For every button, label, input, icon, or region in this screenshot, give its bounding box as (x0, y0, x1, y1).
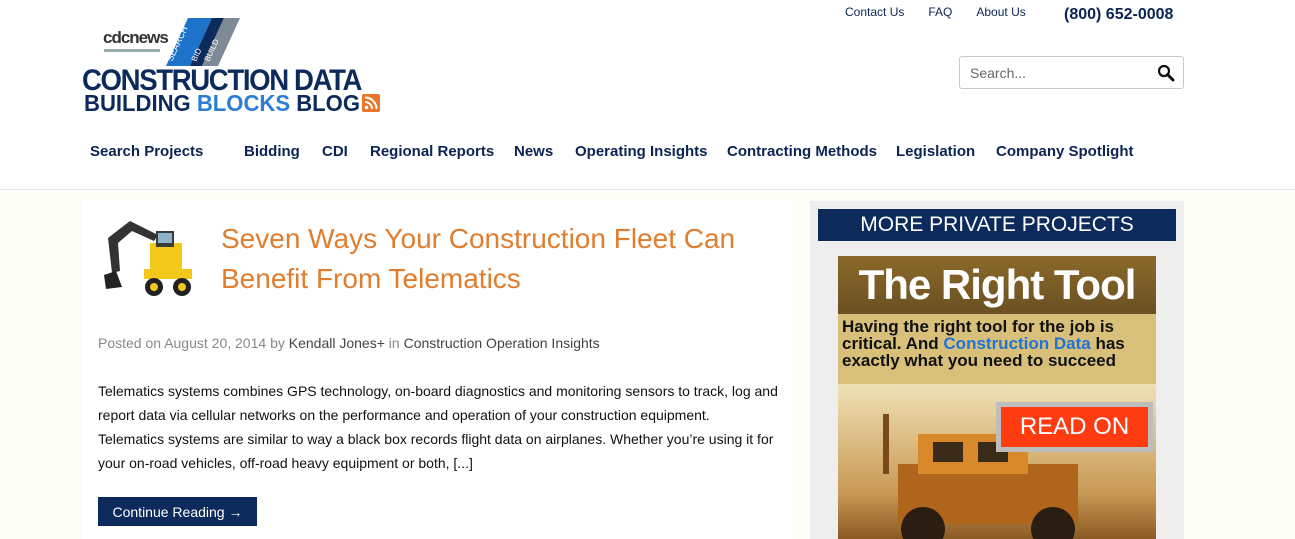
cdcnews-tagline-bar (104, 49, 160, 52)
search-input[interactable] (970, 63, 1150, 83)
post-author-link[interactable]: Kendall Jones+ (289, 335, 385, 351)
excavator-thumbnail[interactable] (100, 213, 200, 313)
site-logo[interactable]: cdcnews SEARCH BID BUILD CONSTRUCTION DA… (82, 16, 382, 116)
posted-on-label: Posted on (98, 335, 162, 351)
continue-reading-button[interactable]: Continue Reading → (98, 497, 257, 526)
nav-bidding[interactable]: Bidding (244, 143, 300, 160)
search-box (959, 56, 1184, 89)
contact-us-link[interactable]: Contact Us (845, 5, 904, 19)
top-links: Contact Us FAQ About Us (845, 5, 1050, 19)
search-icon[interactable] (1157, 64, 1175, 82)
post-date[interactable]: August 20, 2014 (164, 335, 266, 351)
nav-search-projects[interactable]: Search Projects (90, 143, 203, 160)
logo-title-line2: BUILDING BLOCKS BLOG (84, 92, 360, 115)
in-label: in (388, 335, 400, 351)
ad-title: The Right Tool (838, 256, 1156, 314)
right-tool-ad[interactable]: The Right Tool Having the right tool for… (838, 256, 1156, 539)
nav-news[interactable]: News (514, 143, 553, 160)
nav-operating-insights[interactable]: Operating Insights (575, 143, 708, 160)
post-excerpt: Telematics systems combines GPS technolo… (98, 383, 778, 471)
sidebar-heading: MORE PRIVATE PROJECTS (818, 209, 1176, 241)
rss-icon[interactable] (362, 94, 380, 112)
ad-body-text: Having the right tool for the job is cri… (842, 318, 1154, 369)
search-bid-build-banner: SEARCH BID BUILD (166, 18, 240, 66)
nav-cdi[interactable]: CDI (322, 143, 348, 160)
logo-blog: BLOG (290, 90, 361, 116)
nav-legislation[interactable]: Legislation (896, 143, 975, 160)
nav-company-spotlight[interactable]: Company Spotlight (996, 143, 1134, 160)
read-on-button[interactable]: READ ON (1001, 407, 1148, 447)
site-header: Contact Us FAQ About Us (800) 652-0008 c… (0, 0, 1295, 190)
post-meta: Posted on August 20, 2014 by Kendall Jon… (98, 335, 600, 351)
nav-regional-reports[interactable]: Regional Reports (370, 143, 494, 160)
faq-link[interactable]: FAQ (928, 5, 952, 19)
phone-number: (800) 652-0008 (1064, 6, 1174, 23)
by-label: by (270, 335, 285, 351)
post-category-link[interactable]: Construction Operation Insights (404, 335, 600, 351)
nav-contracting-methods[interactable]: Contracting Methods (727, 143, 877, 160)
cdcnews-logo: cdcnews (103, 28, 169, 47)
logo-blocks: BLOCKS (196, 90, 291, 116)
post-title[interactable]: Seven Ways Your Construction Fleet Can B… (221, 219, 781, 299)
logo-building: BUILDING (84, 90, 197, 116)
about-us-link[interactable]: About Us (976, 5, 1025, 19)
